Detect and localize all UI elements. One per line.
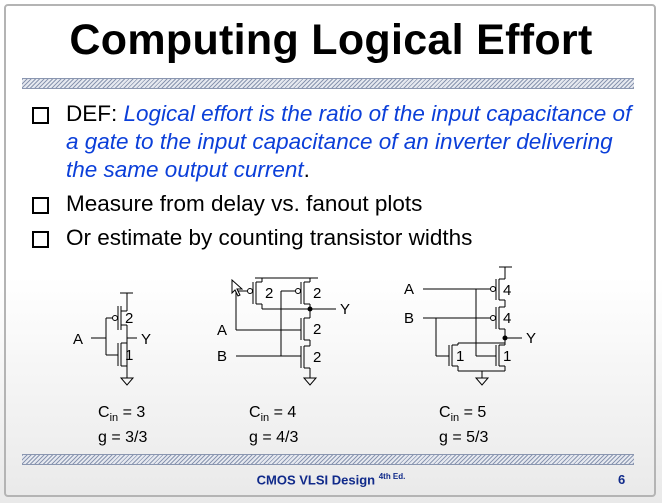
inv-nmos-width: 1 (125, 347, 133, 364)
nand-output-label: Y (340, 301, 350, 318)
nor-input-a-label: A (404, 281, 414, 298)
nor-g: g = 5/3 (439, 429, 489, 447)
nand-pmos1-width: 2 (265, 285, 273, 302)
nor-captions: Cin = 5 g = 5/3 (439, 404, 489, 447)
footer-divider (22, 454, 634, 465)
nand-pmos2-width: 2 (313, 285, 321, 302)
nor-pmos1-width: 4 (503, 282, 511, 299)
nor-output-label: Y (526, 330, 536, 347)
nand-cin: = 4 (273, 404, 297, 421)
nor-nmos1-width: 1 (456, 348, 464, 365)
footer-title: CMOS VLSI Design 4th Ed. (256, 472, 406, 488)
nor-cin: = 5 (463, 404, 487, 421)
page-number: 6 (618, 472, 626, 487)
inv-g: g = 3/3 (98, 429, 148, 447)
nand-nmos1-width: 2 (313, 321, 321, 338)
nand-input-b-label: B (217, 348, 227, 365)
inv-captions: Cin = 3 g = 3/3 (98, 404, 148, 447)
nor-nmos2-width: 1 (503, 348, 511, 365)
inv-input-label: A (73, 331, 83, 348)
nor-input-b-label: B (404, 310, 414, 327)
nand-captions: Cin = 4 g = 4/3 (249, 404, 299, 447)
nand-g: g = 4/3 (249, 429, 299, 447)
nand-input-a-label: A (217, 322, 227, 339)
nor-pmos2-width: 4 (503, 310, 511, 327)
inv-cin: = 3 (122, 404, 146, 421)
footer-edition: 4th Ed. (378, 472, 406, 481)
inverter-schematic (91, 292, 137, 386)
inv-output-label: Y (141, 331, 151, 348)
mouse-pointer-icon (231, 279, 243, 297)
nand-nmos2-width: 2 (313, 349, 321, 366)
inv-pmos-width: 2 (125, 310, 133, 327)
